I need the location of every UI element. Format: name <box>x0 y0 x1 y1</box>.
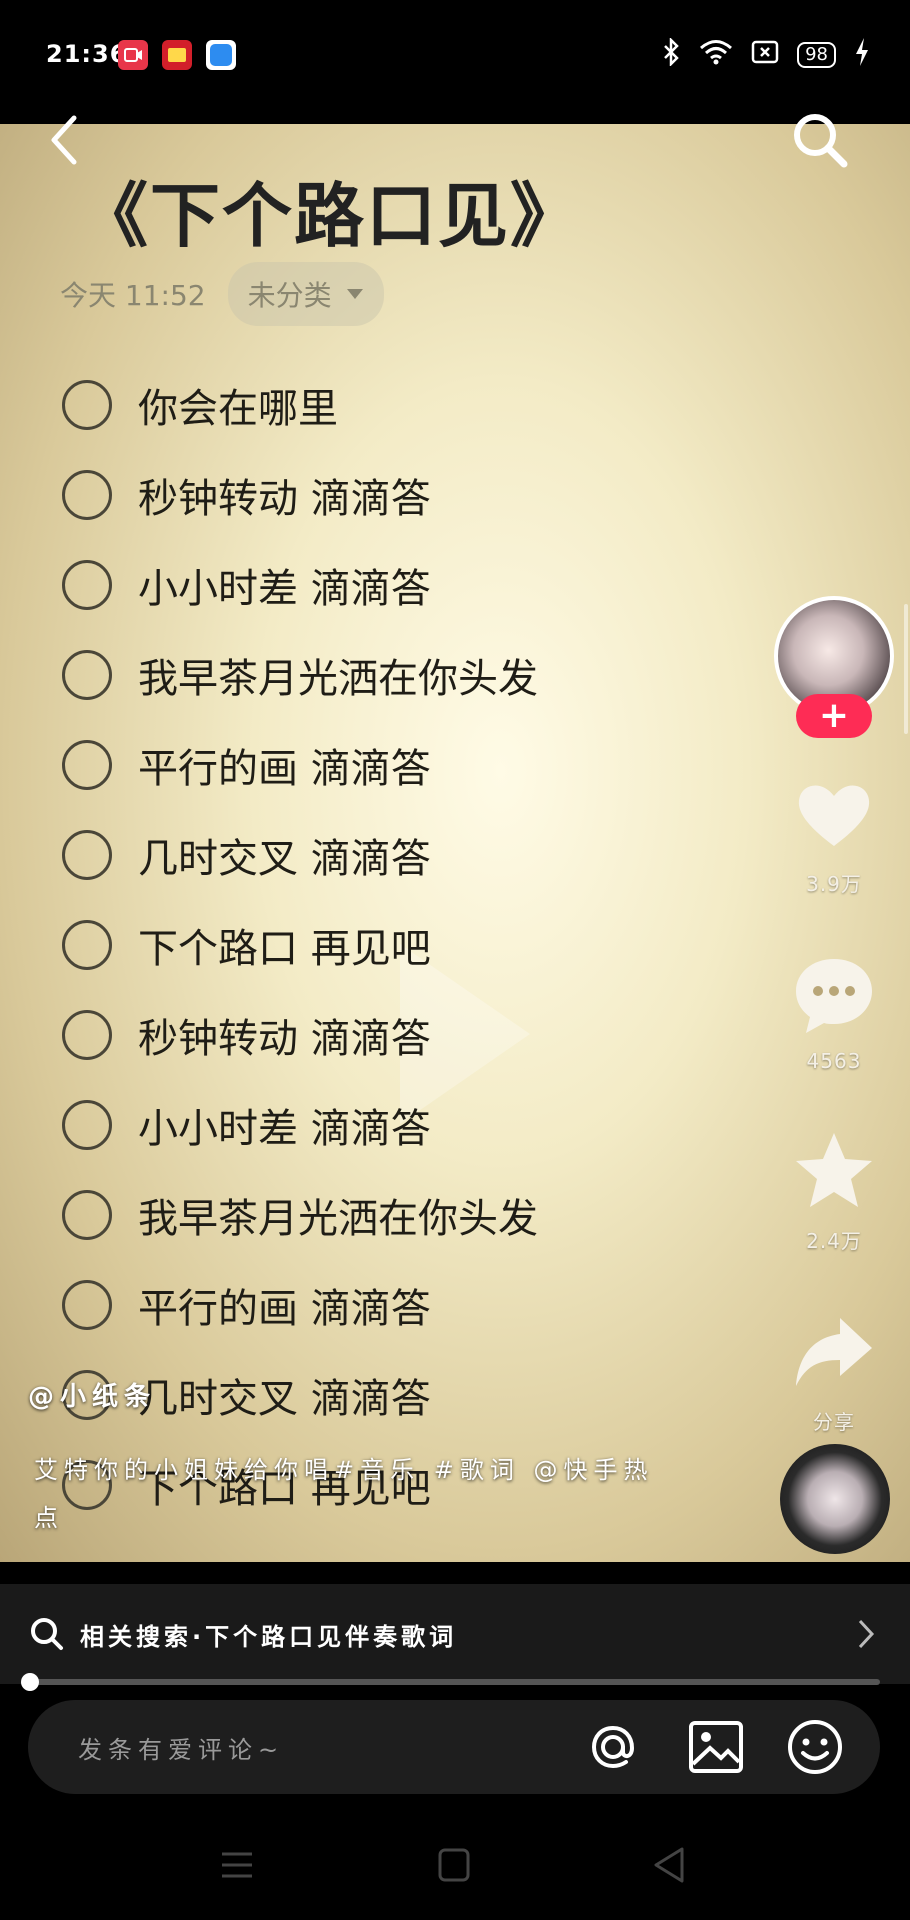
search-icon <box>31 1618 63 1650</box>
video-caption: 艾特你的小姐妹给你唱#音乐 #歌词 @快手热点 <box>34 1456 654 1532</box>
checklist-item-text: 我早茶月光洒在你头发 <box>138 1196 538 1242</box>
checkbox[interactable] <box>62 650 112 700</box>
bluetooth-icon <box>661 36 681 72</box>
comment-placeholder: 发条有爱评论~ <box>78 1736 285 1764</box>
favorite-count: 2.4万 <box>806 1229 862 1253</box>
checklist-item[interactable]: 我早茶月光洒在你头发 <box>62 1170 538 1260</box>
heart-icon <box>798 785 870 846</box>
progress-knob[interactable] <box>21 1673 39 1691</box>
checklist-item[interactable]: 平行的画 滴滴答 <box>62 1260 538 1350</box>
checklist-item-text: 几时交叉 滴滴答 <box>138 836 431 882</box>
checkbox[interactable] <box>62 560 112 610</box>
category-dropdown[interactable]: 未分类 <box>227 262 384 326</box>
search-button[interactable] <box>790 110 850 170</box>
search-icon <box>794 114 848 168</box>
checklist-item[interactable]: 下个路口 再见吧 <box>62 900 538 990</box>
share-button[interactable]: 分享 <box>774 1310 894 1435</box>
checklist-item-text: 小小时差 滴滴答 <box>138 566 431 612</box>
mention-icon[interactable] <box>584 1718 642 1780</box>
charging-icon <box>854 38 870 72</box>
checklist-item-text: 几时交叉 滴滴答 <box>138 1376 431 1422</box>
checkbox[interactable] <box>62 1010 112 1060</box>
star-icon <box>796 1133 872 1207</box>
share-label: 分享 <box>813 1410 855 1434</box>
battery-icon: 98 <box>797 42 836 68</box>
checklist-item[interactable]: 小小时差 滴滴答 <box>62 540 538 630</box>
like-count: 3.9万 <box>806 872 862 896</box>
status-time: 21:36 <box>46 40 128 68</box>
related-search-text: 相关搜索·下个路口见伴奏歌词 <box>80 1622 458 1651</box>
note-scrollbar <box>904 604 908 734</box>
checklist-item[interactable]: 平行的画 滴滴答 <box>62 720 538 810</box>
checklist-item[interactable]: 我早茶月光洒在你头发 <box>62 630 538 720</box>
checklist-item-text: 秒钟转动 滴滴答 <box>138 1016 431 1062</box>
checklist-item-text: 秒钟转动 滴滴答 <box>138 476 431 522</box>
comment-count: 4563 <box>806 1049 862 1073</box>
sim-icon <box>751 40 779 70</box>
status-bar: 21:36 98 <box>0 0 910 110</box>
checkbox[interactable] <box>62 470 112 520</box>
music-disc[interactable] <box>780 1444 890 1554</box>
back-nav-button[interactable] <box>652 1846 686 1888</box>
video-progress[interactable] <box>21 1673 880 1691</box>
menu-nav-button[interactable] <box>220 1850 254 1884</box>
home-nav-button[interactable] <box>438 1848 470 1886</box>
checkbox[interactable] <box>62 740 112 790</box>
checklist-item-text: 平行的画 滴滴答 <box>138 746 431 792</box>
note-meta: 今天 11:52 未分类 <box>60 262 384 326</box>
action-sidebar: + 3.9万 4563 2.4万 分享 <box>774 596 894 1435</box>
comment-input[interactable]: 发条有爱评论~ <box>28 1700 880 1794</box>
checklist-item[interactable]: 小小时差 滴滴答 <box>62 1080 538 1170</box>
related-search-bar[interactable]: 相关搜索·下个路口见伴奏歌词 <box>0 1584 910 1684</box>
status-icons: 98 <box>661 36 870 72</box>
red-app-icon <box>162 40 192 70</box>
blue-app-icon <box>206 40 236 70</box>
checkbox[interactable] <box>62 920 112 970</box>
checklist-item[interactable]: 几时交叉 滴滴答 <box>62 810 538 900</box>
checklist-item-text: 我早茶月光洒在你头发 <box>138 656 538 702</box>
checkbox[interactable] <box>62 830 112 880</box>
author-name[interactable]: @小纸条 <box>28 1376 156 1413</box>
video-app-icon <box>118 40 148 70</box>
checklist-item-text: 平行的画 滴滴答 <box>138 1286 431 1332</box>
checklist-item[interactable]: 你会在哪里 <box>62 360 538 450</box>
checkbox[interactable] <box>62 380 112 430</box>
wifi-icon <box>699 39 733 71</box>
checklist-item-text: 小小时差 滴滴答 <box>138 1106 431 1152</box>
note-timestamp: 今天 11:52 <box>60 279 206 312</box>
checkbox[interactable] <box>62 1100 112 1150</box>
checklist-item-text: 你会在哪里 <box>138 386 338 432</box>
checklist-item[interactable]: 秒钟转动 滴滴答 <box>62 990 538 1080</box>
share-icon <box>796 1318 872 1386</box>
chevron-right-icon <box>858 1619 875 1649</box>
checklist-item-text: 下个路口 再见吧 <box>138 926 431 972</box>
chevron-down-icon <box>346 289 363 299</box>
checkbox[interactable] <box>62 1190 112 1240</box>
favorite-button[interactable]: 2.4万 <box>774 1129 894 1254</box>
follow-button[interactable]: + <box>796 694 872 738</box>
comment-button[interactable]: 4563 <box>774 953 894 1073</box>
emoji-icon[interactable] <box>786 1718 844 1780</box>
like-button[interactable]: 3.9万 <box>774 772 894 897</box>
checkbox[interactable] <box>62 1280 112 1330</box>
note-title: 《下个路口见》 <box>78 175 582 257</box>
category-label: 未分类 <box>247 279 332 312</box>
checklist: 你会在哪里 秒钟转动 滴滴答 小小时差 滴滴答 我早茶月光洒在你头发 平行的画 … <box>62 360 538 1530</box>
checklist-item[interactable]: 秒钟转动 滴滴答 <box>62 450 538 540</box>
author-avatar[interactable]: + <box>774 596 894 738</box>
system-nav-bar <box>0 1820 910 1920</box>
comment-icon <box>796 959 872 1033</box>
image-icon[interactable] <box>688 1720 744 1778</box>
